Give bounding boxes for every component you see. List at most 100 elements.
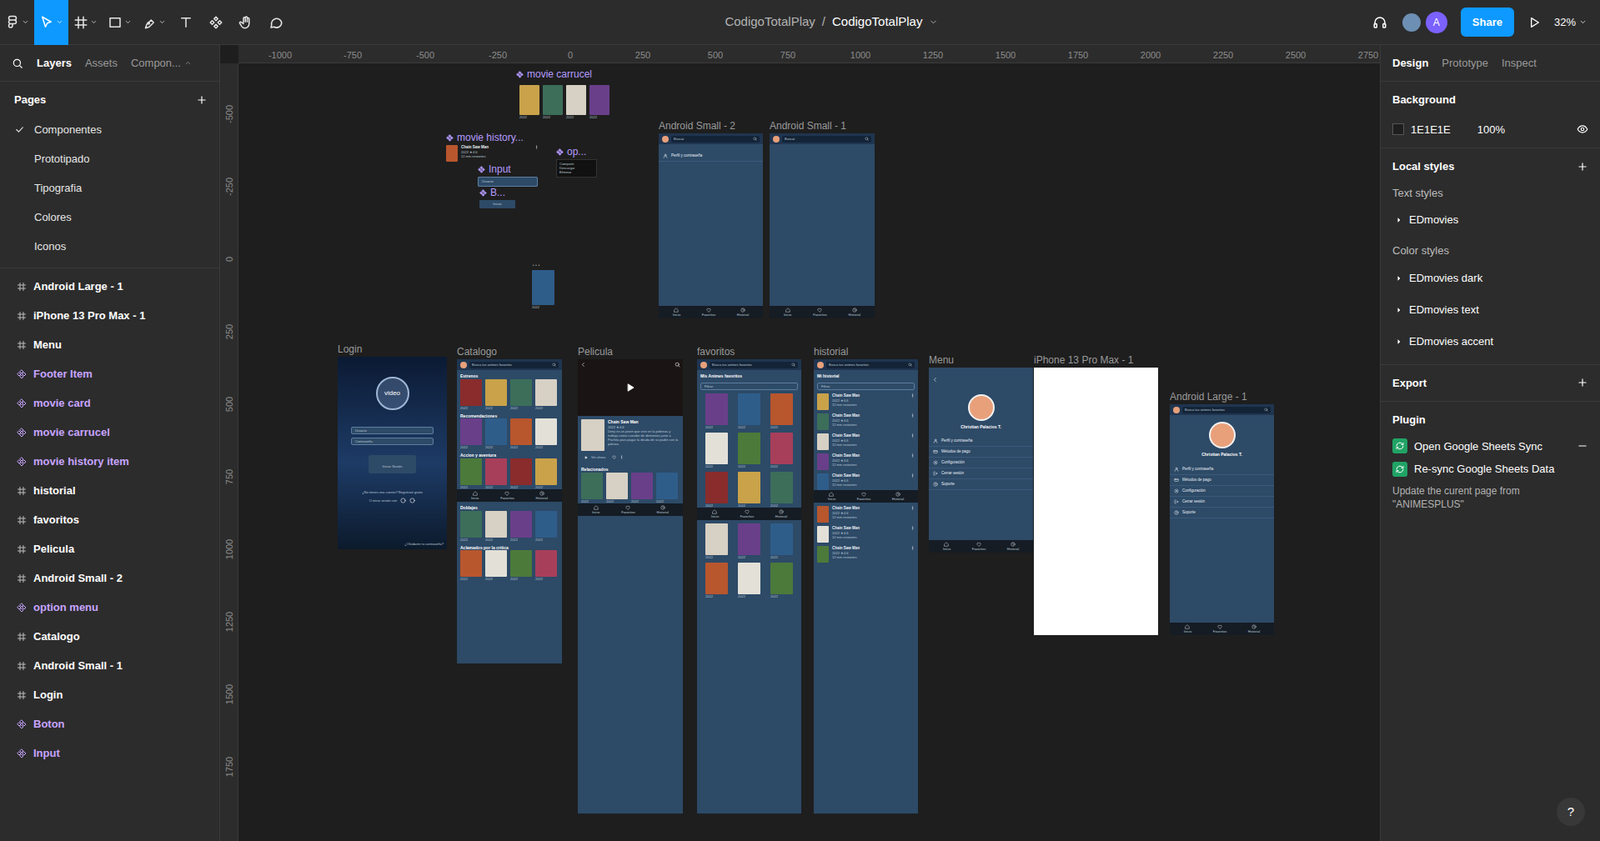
option-item[interactable]: Compartir [559, 161, 594, 166]
frame[interactable]: Android Small - 1BuscarInicioFavoritosHi… [769, 133, 875, 319]
nav-item[interactable]: Inicio [591, 505, 600, 515]
menu-item[interactable]: Cerrar sesión [1169, 496, 1274, 508]
movie-card[interactable]: 2022 [485, 550, 507, 582]
plugin-item[interactable]: Open Google Sheets Sync [1392, 438, 1589, 456]
page-item[interactable]: Tipografia [0, 173, 220, 203]
poster-image[interactable] [817, 473, 829, 491]
movie-card[interactable]: 2022 [460, 379, 482, 411]
nav-item[interactable]: Historial [848, 307, 861, 317]
frame-label[interactable]: op... [556, 145, 587, 158]
frame-label[interactable]: Login [337, 343, 362, 356]
movie-card[interactable]: 2022 [581, 472, 603, 504]
profile-avatar[interactable] [1173, 406, 1180, 414]
color-swatch[interactable] [1392, 123, 1405, 136]
movie-card[interactable]: 2022 [770, 523, 793, 560]
color-hex[interactable]: 1E1E1E [1410, 121, 1451, 139]
profile-avatar[interactable] [460, 361, 467, 369]
layer-item[interactable]: Android Small - 1 [0, 651, 220, 681]
poster-image[interactable] [581, 472, 603, 500]
nav-item[interactable]: Favoritos [1213, 624, 1227, 634]
frame-label[interactable]: movie carrucel [516, 68, 592, 81]
movie-card[interactable]: 2022 [542, 85, 563, 120]
nav-item[interactable]: Historial [1007, 541, 1019, 552]
movie-card[interactable]: 2022 [737, 432, 761, 469]
layer-item[interactable]: Menu [0, 330, 220, 360]
search-field[interactable]: Busca tus animes favoritos [1182, 406, 1271, 414]
video-player[interactable] [577, 359, 683, 417]
frame-label[interactable]: Android Small - 2 [658, 120, 736, 132]
profile-avatar[interactable] [772, 135, 780, 143]
movie-card[interactable]: 2022 [705, 523, 728, 560]
filter-field[interactable]: Filtrar [700, 382, 798, 391]
toolbar-tool[interactable] [170, 0, 201, 46]
style-item[interactable]: EDmovies [1392, 207, 1589, 233]
frame[interactable]: historialBusca tus animes favoritosMi hi… [813, 359, 918, 814]
poster-image[interactable] [446, 145, 458, 162]
forgot-link[interactable]: ¿Olvidaste tu contraseña? [404, 541, 444, 547]
menu-item[interactable]: Soporte [928, 479, 1034, 491]
layer-item[interactable]: favoritos [0, 505, 220, 535]
zoom-level[interactable]: 32% [1554, 14, 1576, 31]
movie-card[interactable]: 2022 [535, 418, 557, 450]
poster-image[interactable] [770, 562, 793, 595]
frame-body[interactable]: Busca tus animes favoritosMi historialFi… [813, 359, 918, 814]
poster-image[interactable] [705, 471, 728, 504]
poster-image[interactable] [535, 379, 557, 407]
movie-card[interactable]: 2022 [485, 379, 507, 411]
frame[interactable]: movie carrucel2022202220222022 [516, 81, 612, 121]
poster-image[interactable] [705, 562, 728, 595]
user-avatar-initial[interactable]: A [1425, 11, 1448, 34]
movie-card[interactable]: 2022 [535, 550, 557, 582]
layer-item[interactable]: Pelicula [0, 534, 220, 564]
panel-tab[interactable]: Assets [85, 55, 118, 72]
history-item[interactable]: Chain Saw Man2022 ★4.612 min restantes [813, 410, 918, 431]
poster-image[interactable] [631, 472, 653, 500]
toolbar-tool[interactable] [0, 0, 35, 46]
search-field[interactable]: Buscar [782, 135, 872, 143]
frame-label[interactable]: Catalogo [456, 346, 497, 358]
frame[interactable]: InputUsuario [477, 176, 538, 187]
poster-image[interactable] [485, 550, 507, 577]
poster-image[interactable] [770, 393, 793, 426]
movie-card[interactable]: 2022 [485, 458, 507, 490]
frame[interactable]: op...CompartirDescargarEliminar [556, 159, 597, 178]
poster-image[interactable] [519, 85, 540, 116]
user-avatar[interactable] [1400, 11, 1423, 34]
frame-body[interactable]: Christian Palacios T.Perfil y contraseña… [928, 367, 1034, 553]
search-field[interactable]: Busca tus animes favoritos [826, 361, 915, 369]
poster-image[interactable] [817, 526, 829, 543]
nav-item[interactable]: Favoritos [740, 509, 754, 519]
style-item[interactable]: EDmovies accent [1392, 329, 1589, 355]
movie-card[interactable]: 2022 [510, 379, 532, 411]
movie-card[interactable]: 2022 [737, 393, 761, 430]
poster-image[interactable] [510, 511, 532, 538]
search-field[interactable]: Buscar [671, 135, 760, 143]
poster-image[interactable] [485, 511, 507, 538]
login-button[interactable]: Iniciar Sesión [368, 455, 416, 474]
movie-card[interactable]: 2022 [770, 471, 793, 508]
toolbar-tool[interactable] [34, 0, 69, 46]
movie-card[interactable]: 2022 [510, 458, 532, 490]
movie-card[interactable]: 2022 [460, 418, 482, 450]
layer-item[interactable]: movie card [0, 388, 220, 418]
canvas-area[interactable]: movie carrucel2022202220222022movie hist… [238, 63, 1380, 841]
nav-item[interactable]: Historial [737, 307, 749, 317]
frame[interactable]: ...2022 [531, 270, 555, 313]
movie-card[interactable]: 2022 [460, 511, 482, 542]
project-name[interactable]: CodigoTotalPlay [724, 12, 815, 32]
poster-image[interactable] [460, 511, 482, 538]
nav-item[interactable]: Favoritos [857, 491, 871, 502]
toolbar-tool[interactable] [260, 0, 291, 46]
poster-image[interactable] [817, 393, 829, 411]
frame[interactable]: B...Iniciar [479, 200, 516, 209]
poster-image[interactable] [460, 458, 482, 486]
movie-card[interactable]: 2022 [531, 270, 555, 310]
poster-image[interactable] [510, 379, 532, 407]
nav-item[interactable]: Historial [775, 509, 788, 519]
poster-image[interactable] [817, 433, 829, 451]
frame-body[interactable]: 2022202220222022 [516, 81, 612, 121]
movie-card[interactable]: 2022 [705, 432, 728, 469]
poster-image[interactable] [535, 511, 557, 538]
menu-item[interactable]: Soporte [1169, 507, 1274, 519]
menu-item[interactable]: Cerrar sesión [928, 468, 1034, 480]
